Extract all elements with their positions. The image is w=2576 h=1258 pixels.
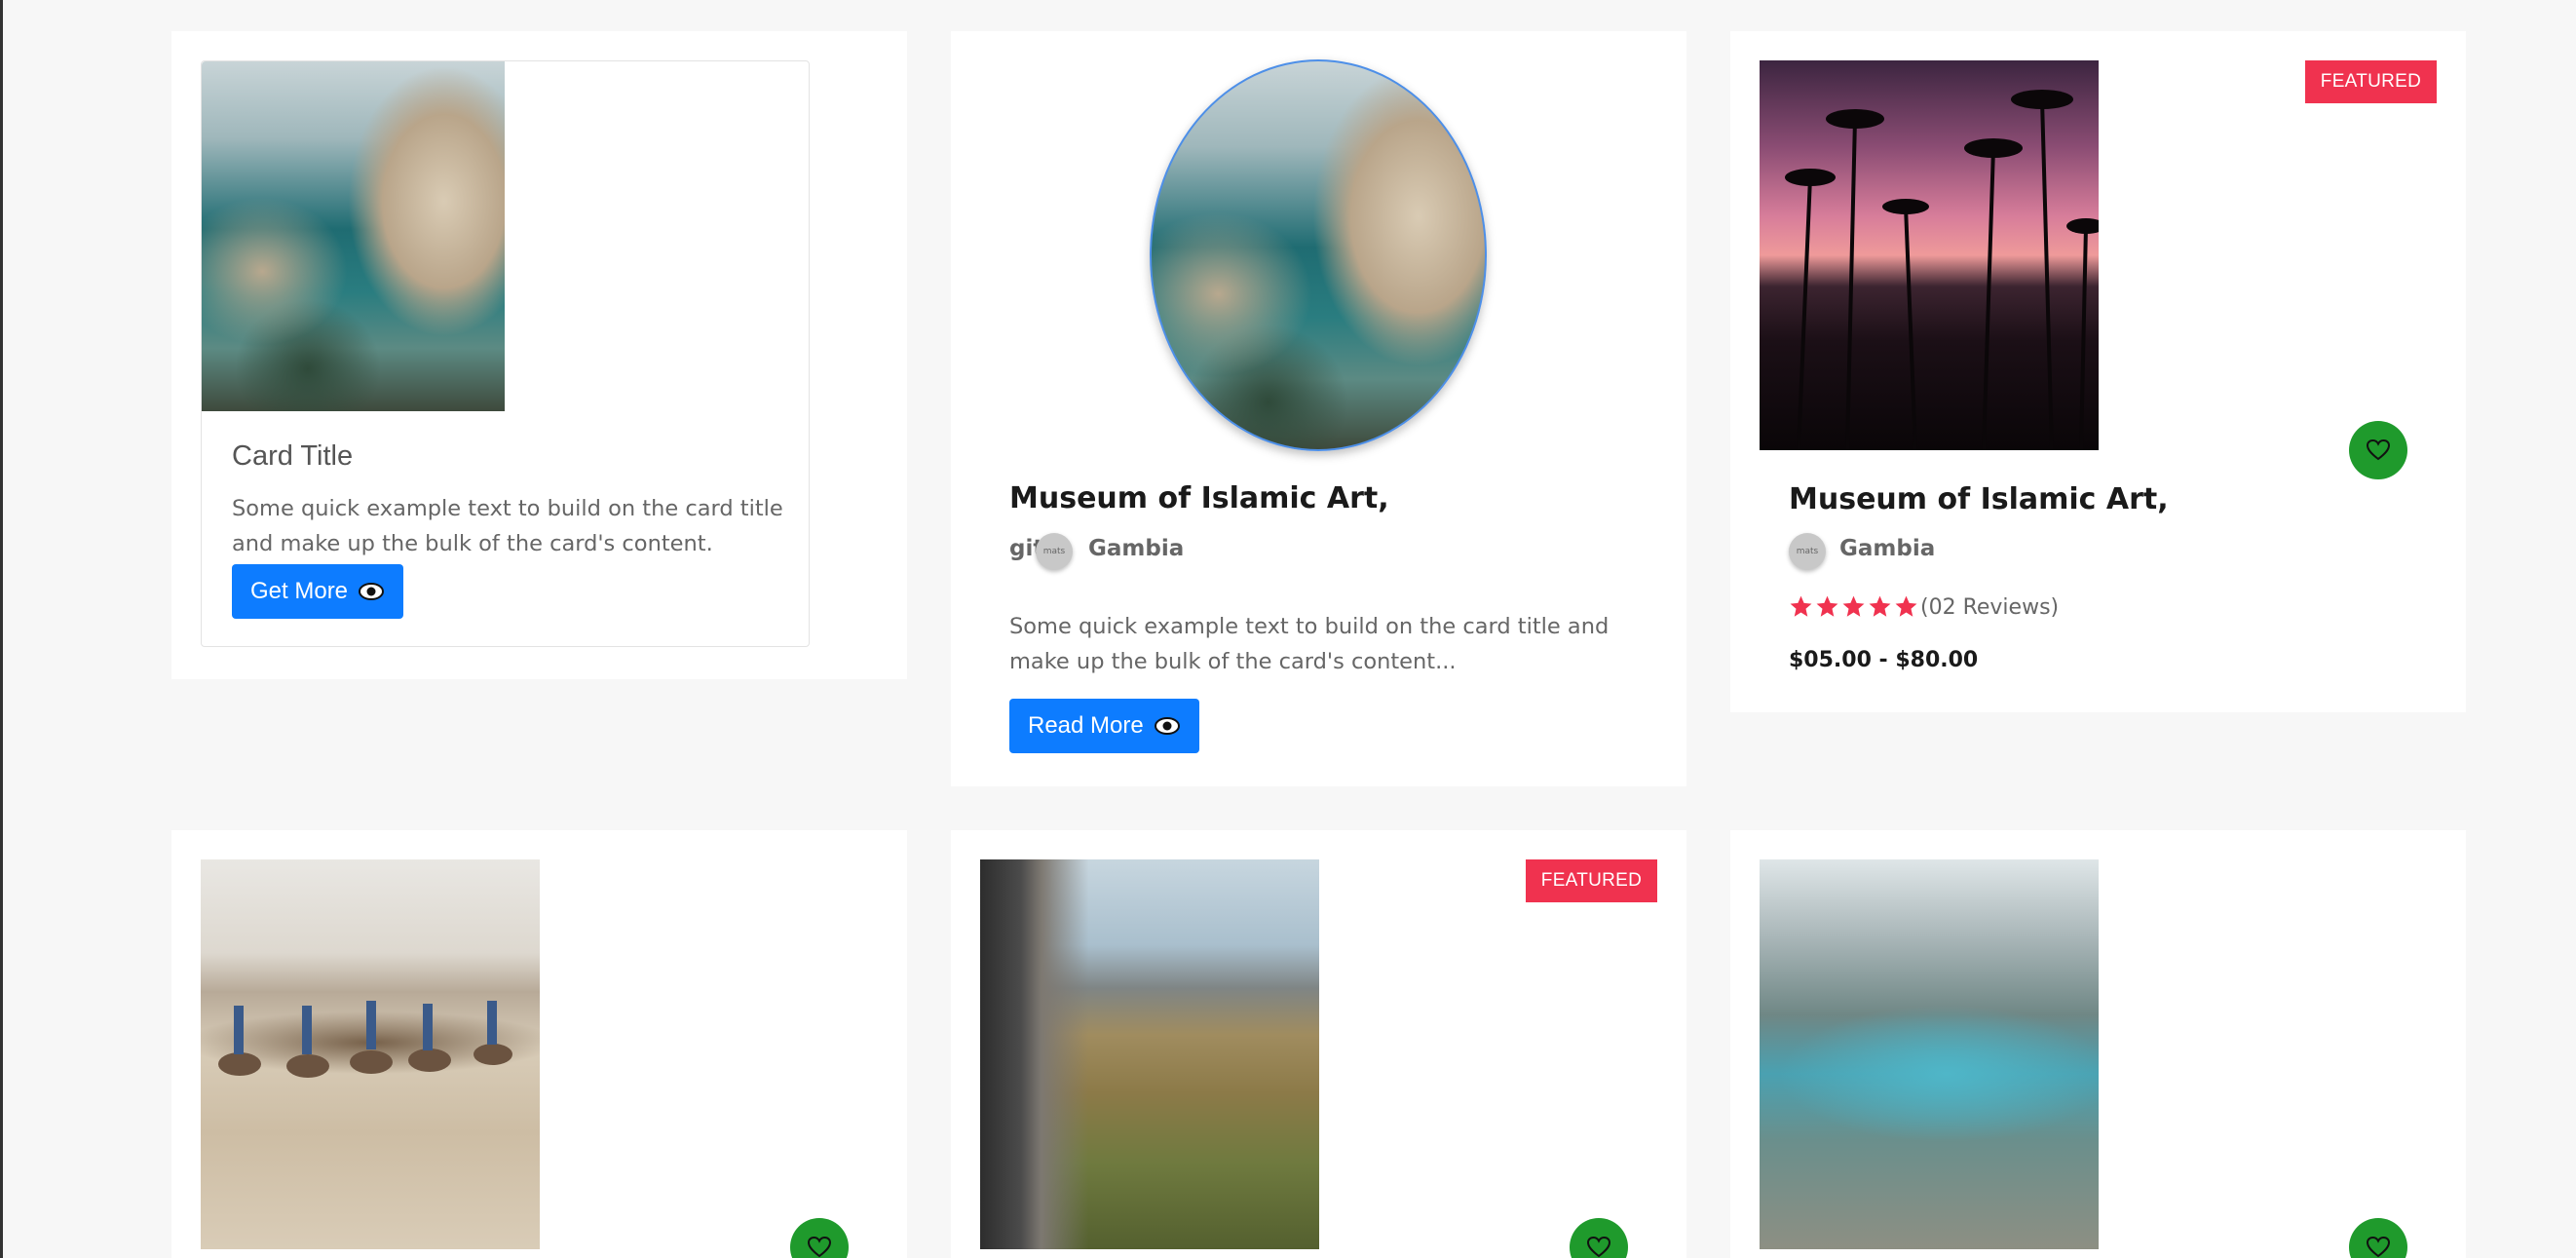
card-panel-round: Museum of Islamic Art, git mats Gambia S…: [951, 31, 1686, 786]
star-icon: [1790, 595, 1812, 617]
favorite-button[interactable]: [2349, 1218, 2407, 1258]
star-icon: [1869, 595, 1891, 617]
eye-icon: [1154, 716, 1181, 736]
get-more-button[interactable]: Get More: [232, 564, 404, 619]
listing-image: [1760, 859, 2099, 1249]
read-more-button[interactable]: Read More: [1009, 699, 1199, 753]
star-icon: [1816, 595, 1838, 617]
review-count: (02 Reviews): [1920, 595, 2060, 620]
round-card-image: [1150, 59, 1487, 451]
card-panel-row2-3: [1730, 830, 2466, 1258]
price-range: $05.00 - $80.00: [1789, 648, 1979, 672]
round-card-title: Museum of Islamic Art,: [1009, 481, 1389, 515]
card-panel-featured: FEATURED Museum of Islamic Art, mats Gam…: [1730, 31, 2466, 712]
read-more-label: Read More: [1028, 712, 1144, 739]
star-icon: [1842, 595, 1865, 617]
listing-location: Gambia: [1839, 536, 1936, 561]
window-edge: [0, 0, 3, 1258]
card-text: Some quick example text to build on the …: [232, 496, 783, 556]
listing-title: Museum of Islamic Art,: [1789, 482, 2169, 516]
heart-icon: [1586, 1236, 1611, 1258]
avatar-alt: mats: [1042, 547, 1066, 556]
get-more-label: Get More: [250, 578, 349, 604]
star-icon: [1895, 595, 1917, 617]
avatar: mats: [1036, 533, 1073, 570]
rating-stars: [1789, 594, 1918, 619]
featured-badge: FEATURED: [2305, 60, 2437, 103]
avatar: mats: [1789, 533, 1826, 570]
heart-icon: [2366, 1236, 2391, 1258]
favorite-button[interactable]: [2349, 421, 2407, 479]
listing-image: [980, 859, 1319, 1249]
card-image: [202, 61, 505, 411]
favorite-button[interactable]: [1570, 1218, 1628, 1258]
eye-icon: [358, 582, 385, 601]
card-panel-row2-1: [171, 830, 907, 1258]
card-title: Card Title: [232, 440, 354, 472]
heart-icon: [2366, 438, 2391, 461]
round-card-location: Gambia: [1088, 536, 1185, 561]
round-card-text: Some quick example text to build on the …: [1009, 614, 1610, 674]
card-panel-row2-2: FEATURED: [951, 830, 1686, 1258]
favorite-button[interactable]: [790, 1218, 849, 1258]
listing-image: [201, 859, 540, 1249]
heart-icon: [807, 1236, 832, 1258]
listing-image: [1760, 60, 2099, 450]
featured-badge: FEATURED: [1526, 859, 1657, 902]
basic-card: Card Title Some quick example text to bu…: [201, 60, 810, 647]
card-panel-basic: Card Title Some quick example text to bu…: [171, 31, 907, 679]
avatar-alt: mats: [1796, 547, 1819, 556]
